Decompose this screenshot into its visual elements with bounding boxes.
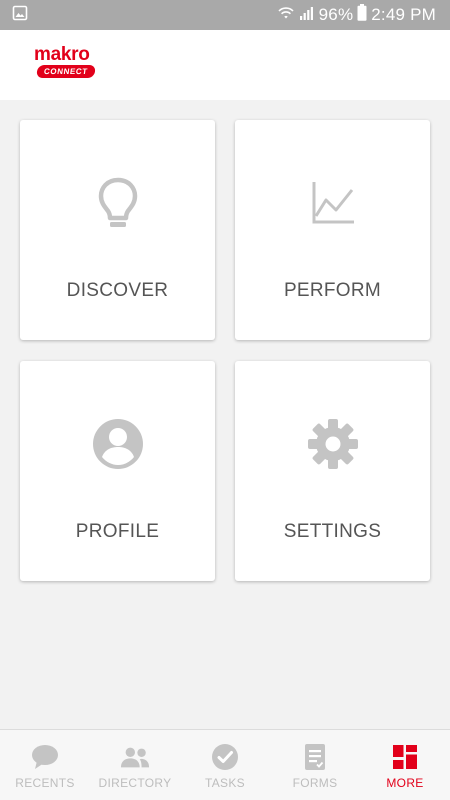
nav-label: DIRECTORY	[98, 776, 172, 790]
chat-bubble-icon	[30, 742, 60, 772]
people-icon	[120, 742, 150, 772]
discover-tile[interactable]: DISCOVER	[20, 120, 215, 340]
tile-label: PROFILE	[75, 521, 160, 542]
logo-wordmark: makro	[34, 44, 90, 65]
check-circle-icon	[210, 742, 240, 772]
nav-directory[interactable]: DIRECTORY	[90, 730, 180, 800]
gallery-notification-icon	[12, 5, 28, 26]
tile-label: PERFORM	[283, 280, 382, 301]
wifi-icon	[277, 5, 295, 26]
nav-recents[interactable]: RECENTS	[0, 730, 90, 800]
battery-percent: 96%	[318, 5, 354, 24]
profile-tile[interactable]: PROFILE	[20, 361, 215, 581]
clipboard-icon	[300, 742, 330, 772]
line-chart-icon	[306, 176, 360, 230]
battery-icon	[357, 4, 367, 26]
status-bar: 96% 2:49 PM	[0, 0, 450, 30]
tile-label: DISCOVER	[66, 280, 169, 301]
app-header: makro CONNECT	[0, 30, 450, 100]
nav-label: TASKS	[205, 776, 245, 790]
lightbulb-icon	[91, 176, 145, 230]
bottom-navigation: RECENTS DIRECTORY TASKS FORMS MORE	[0, 729, 450, 800]
grid-icon	[390, 742, 420, 772]
makro-connect-logo: makro CONNECT	[34, 42, 104, 88]
nav-more[interactable]: MORE	[360, 730, 450, 800]
nav-label: RECENTS	[15, 776, 75, 790]
signal-icon	[299, 5, 315, 26]
gear-icon	[306, 417, 360, 471]
settings-tile[interactable]: SETTINGS	[235, 361, 430, 581]
clock: 2:49 PM	[371, 5, 436, 24]
nav-label: FORMS	[292, 776, 338, 790]
tile-label: SETTINGS	[283, 521, 382, 542]
perform-tile[interactable]: PERFORM	[235, 120, 430, 340]
profile-icon	[91, 417, 145, 471]
nav-forms[interactable]: FORMS	[270, 730, 360, 800]
nav-label: MORE	[386, 776, 424, 790]
logo-connect-badge: CONNECT	[36, 65, 96, 78]
nav-tasks[interactable]: TASKS	[180, 730, 270, 800]
